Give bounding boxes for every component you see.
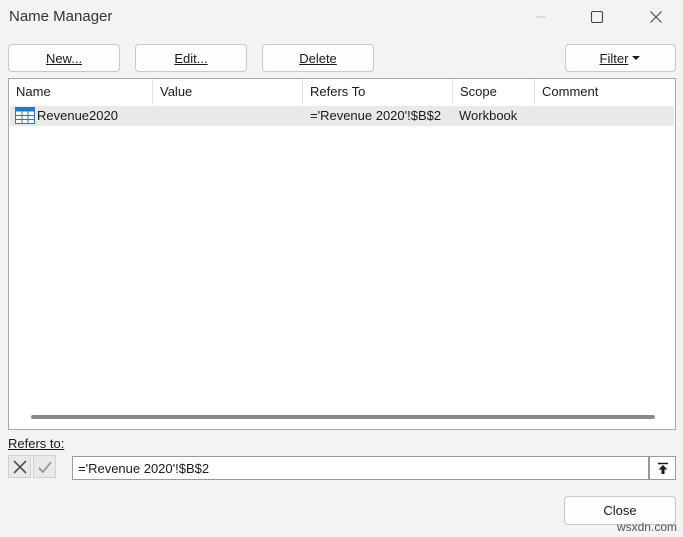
cancel-edit-button[interactable] [8,455,31,478]
row-name: Revenue2020 [37,108,118,123]
close-button-label: Close [603,503,637,518]
list-header: Name Value Refers To Scope Comment [9,79,675,105]
column-header-name[interactable]: Name [9,79,153,105]
delete-button[interactable]: Delete [262,44,374,72]
edit-button-label: Edit... [174,50,208,66]
close-window-button[interactable] [633,0,679,34]
row-scope: Workbook [459,108,518,123]
caret-down-icon [632,56,641,60]
refers-to-label: Refers to: [8,436,64,451]
column-header-scope[interactable]: Scope [453,79,535,105]
table-name-icon [15,107,35,124]
minimize-button[interactable] [518,0,564,34]
maximize-button[interactable] [574,0,620,34]
confirm-check-icon [37,461,52,473]
column-header-refers-to[interactable]: Refers To [303,79,453,105]
refers-to-label-text: Refers to: [8,436,65,451]
row-refers-to: ='Revenue 2020'!$B$2 [310,108,442,123]
confirm-edit-button[interactable] [33,455,56,478]
horizontal-scrollbar[interactable] [31,415,655,419]
cancel-x-icon [12,459,27,474]
new-button[interactable]: New... [8,44,120,72]
table-row[interactable]: Revenue2020 ='Revenue 2020'!$B$2 Workboo… [10,106,674,126]
close-icon [650,11,662,23]
title-bar: Name Manager [0,0,683,34]
names-list[interactable]: Name Value Refers To Scope Comment Reven… [8,78,676,430]
collapse-dialog-button[interactable] [649,456,676,480]
new-button-label: New... [45,50,83,66]
maximize-icon [590,10,604,24]
collapse-dialog-icon [657,462,668,474]
watermark: wsxdn.com [616,520,677,534]
refers-to-input[interactable] [72,456,649,480]
filter-button[interactable]: Filter [565,44,676,72]
delete-button-label: Delete [299,50,337,66]
column-header-comment[interactable]: Comment [535,79,675,105]
edit-button[interactable]: Edit... [135,44,247,72]
column-header-value[interactable]: Value [153,79,303,105]
filter-button-label: Filter [599,50,629,66]
window-title: Name Manager [9,8,113,25]
minimize-icon [536,16,546,18]
